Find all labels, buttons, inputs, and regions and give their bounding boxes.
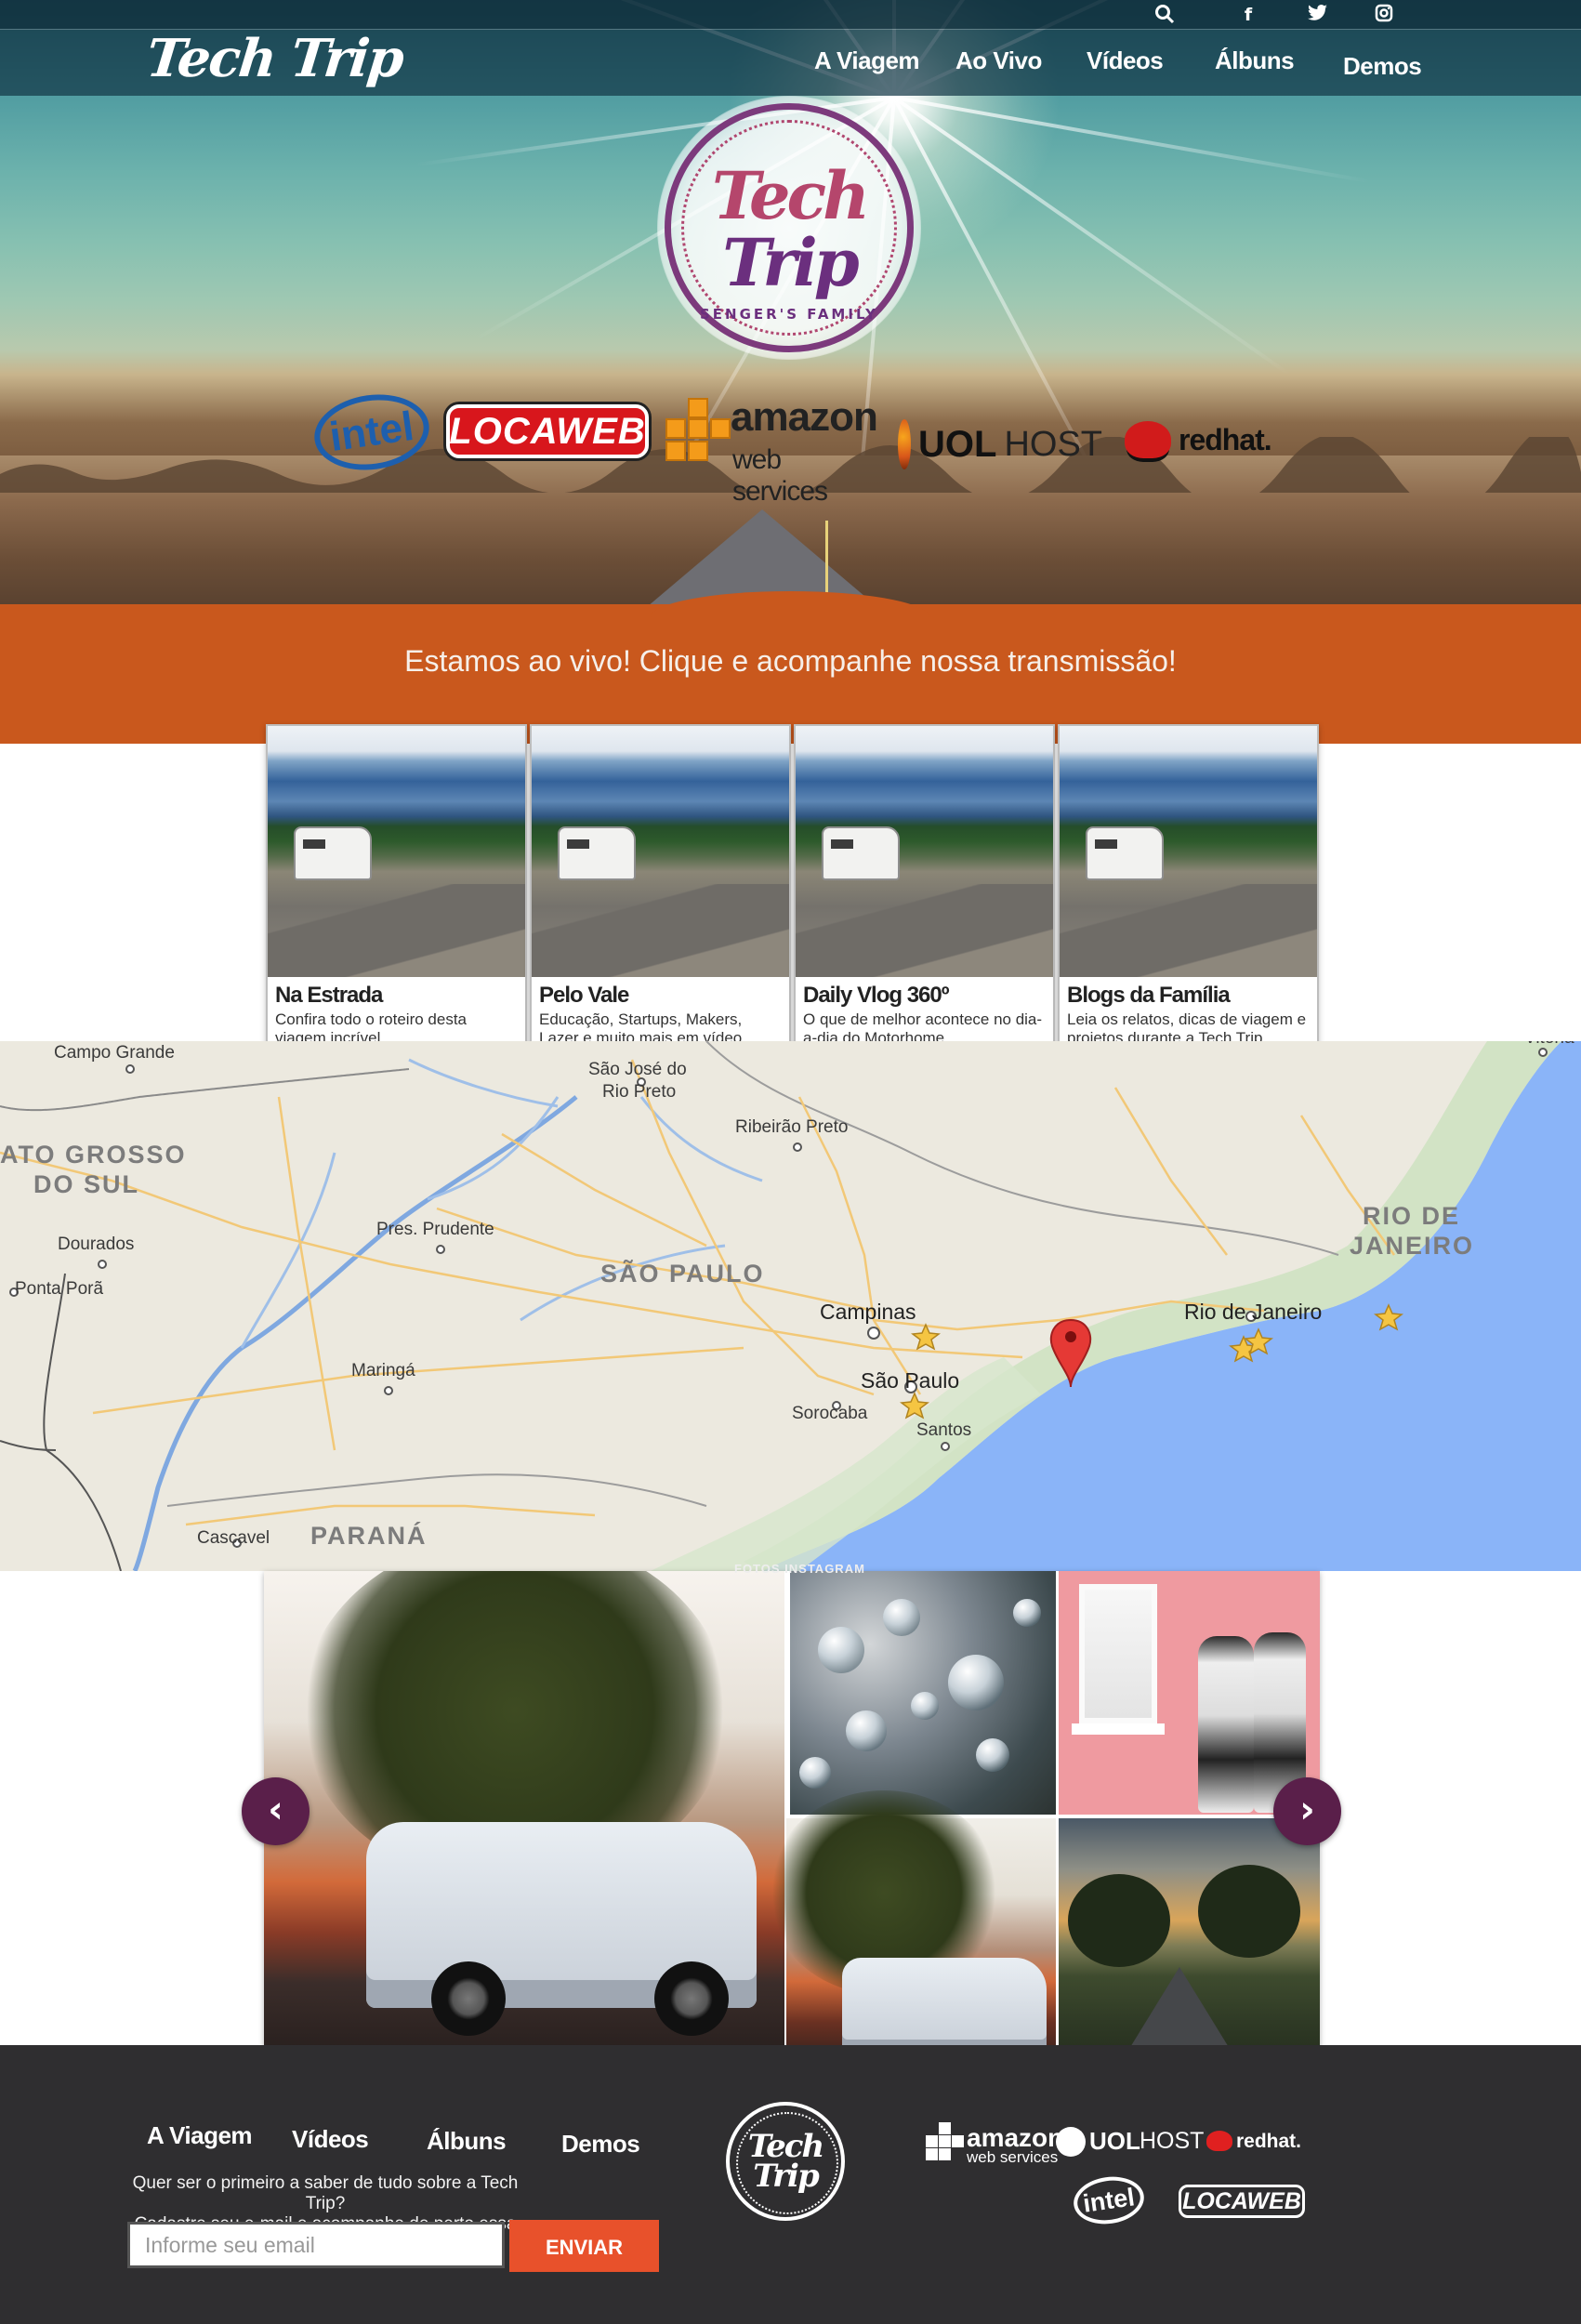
map-city-pres-prudente: Pres. Prudente <box>376 1220 494 1239</box>
gallery-next-button[interactable]: › <box>1273 1777 1341 1845</box>
card-pelo-vale[interactable]: Pelo Vale Educação, Startups, Makers, La… <box>530 724 791 1062</box>
gallery-photo-country-road[interactable] <box>1059 1818 1320 2073</box>
footer-sponsor-aws-sub: web services <box>967 2148 1059 2166</box>
nav-albuns[interactable]: Álbuns <box>1215 46 1295 75</box>
map-state-ms-line2: DO SUL <box>33 1170 140 1198</box>
card-image <box>532 726 789 977</box>
footer-sponsor-locaweb[interactable]: LOCAWEB <box>1179 2185 1305 2218</box>
instagram-icon[interactable] <box>1373 4 1395 26</box>
gallery-photo-bubbles[interactable] <box>790 1571 1056 1815</box>
footer-nav-demos[interactable]: Demos <box>561 2130 640 2159</box>
map-city-campinas: Campinas <box>820 1300 916 1324</box>
sponsor-locaweb-logo[interactable]: LOCAWEB <box>446 404 649 458</box>
footer-aws-cubes-icon <box>926 2122 965 2161</box>
card-title: Pelo Vale <box>539 983 629 1008</box>
redhat-hat-icon <box>1125 421 1171 458</box>
chevron-right-icon: › <box>1299 1789 1315 1831</box>
footer-nav-a-viagem[interactable]: A Viagem <box>147 2121 253 2150</box>
motorhome-icon <box>294 826 372 880</box>
card-title: Na Estrada <box>275 983 383 1008</box>
brand-logo[interactable]: Tech Trip <box>144 28 406 89</box>
map-state-sp: SÃO PAULO <box>600 1260 765 1287</box>
sponsor-aws-logo[interactable]: amazon web services <box>665 392 878 507</box>
footer-seal-logo: Tech Trip <box>726 2102 845 2221</box>
footer-nav-videos[interactable]: Vídeos <box>292 2125 369 2154</box>
map-city-ribeirao-preto: Ribeirão Preto <box>735 1117 849 1137</box>
card-na-estrada[interactable]: Na Estrada Confira todo o roteiro desta … <box>266 724 527 1062</box>
gallery-label: FOTOS INSTAGRAM <box>734 1562 865 1576</box>
map-city-ponta-pora: Ponta Porã <box>15 1279 104 1299</box>
gallery-photo-motorhome-sunset[interactable] <box>264 1571 784 2073</box>
live-banner-text[interactable]: Estamos ao vivo! Clique e acompanhe noss… <box>0 644 1581 679</box>
tech-trip-seal-logo: Tech Trip SENGER'S FAMILY <box>657 96 921 360</box>
map-city-sorocaba: Sorocaba <box>792 1404 868 1423</box>
card-title: Blogs da Família <box>1067 983 1231 1008</box>
map-city-cascavel: Cascavel <box>197 1528 270 1548</box>
seal-subtitle: SENGER'S FAMILY <box>699 306 879 323</box>
map-city-sao-paulo: São Paulo <box>861 1368 960 1393</box>
card-image <box>1060 726 1317 977</box>
map-city-dourados: Dourados <box>58 1235 135 1254</box>
map-city-rio-de-janeiro: Rio de Janeiro <box>1184 1300 1323 1324</box>
newsletter-send-button[interactable]: ENVIAR <box>509 2220 659 2272</box>
sponsor-uol-host-logo[interactable]: UOL HOST <box>898 416 1102 472</box>
footer-redhat-hat-icon <box>1206 2131 1232 2151</box>
uol-ball-icon <box>898 419 911 469</box>
card-blogs-familia[interactable]: Blogs da Família Leia os relatos, dicas … <box>1058 724 1319 1062</box>
motorhome-icon <box>558 826 636 880</box>
map-city-maringa: Maringá <box>351 1361 415 1380</box>
map-city-vitoria: Vitória <box>1524 1041 1574 1049</box>
search-icon[interactable] <box>1153 4 1176 26</box>
map-state-rj-line1: RIO DE <box>1363 1202 1461 1230</box>
newsletter-email-input[interactable] <box>127 2222 505 2268</box>
road <box>641 509 883 604</box>
photo-gallery <box>264 1571 1320 2073</box>
motorhome-icon <box>1086 826 1164 880</box>
map-state-pr: PARANÁ <box>310 1522 428 1550</box>
gallery-photo-motorhome-tree[interactable] <box>768 1790 1056 2073</box>
card-image <box>268 726 525 977</box>
twitter-icon[interactable] <box>1307 4 1329 26</box>
seal-word-tech: Tech <box>711 157 870 234</box>
route-map[interactable]: Campo Grande São José do Rio Preto Ribei… <box>0 1041 1581 1571</box>
seal-word-trip: Trip <box>722 224 859 301</box>
footer-nav-albuns[interactable]: Álbuns <box>427 2127 507 2156</box>
nav-ao-vivo[interactable]: Ao Vivo <box>955 46 1042 75</box>
card-daily-vlog[interactable]: Daily Vlog 360º O que de melhor acontece… <box>794 724 1055 1062</box>
footer-sponsor-uol[interactable]: UOL <box>1089 2127 1140 2156</box>
map-state-ms-line1: ATO GROSSO <box>0 1141 187 1169</box>
nav-videos[interactable]: Vídeos <box>1087 46 1164 75</box>
facebook-icon[interactable]: f <box>1237 4 1259 26</box>
gallery-prev-button[interactable]: ‹ <box>242 1777 310 1845</box>
gallery-photo-pink-wall[interactable] <box>1059 1571 1320 1815</box>
nav-demos[interactable]: Demos <box>1343 52 1422 81</box>
card-image <box>796 726 1053 977</box>
map-city-campo-grande: Campo Grande <box>54 1043 175 1063</box>
map-state-rj-line2: JANEIRO <box>1350 1232 1475 1260</box>
map-city-santos: Santos <box>916 1420 972 1440</box>
sponsor-redhat-logo[interactable]: redhat. <box>1125 416 1273 463</box>
card-title: Daily Vlog 360º <box>803 983 950 1008</box>
footer-uol-ball-icon <box>1056 2127 1086 2157</box>
map-city-sao-jose: São José do <box>588 1060 687 1079</box>
footer-sponsor-uol-host: HOST <box>1140 2128 1205 2154</box>
nav-a-viagem[interactable]: A Viagem <box>814 46 920 75</box>
footer-sponsor-redhat[interactable]: redhat. <box>1236 2131 1301 2153</box>
chevron-left-icon: ‹ <box>268 1789 283 1831</box>
map-city-rio-preto: Rio Preto <box>602 1082 677 1102</box>
motorhome-icon <box>822 826 900 880</box>
aws-cubes-icon <box>665 398 731 472</box>
